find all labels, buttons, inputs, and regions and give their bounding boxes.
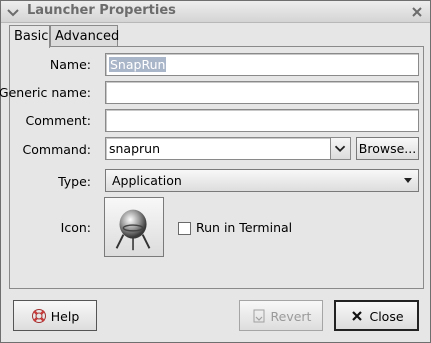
name-label: Name:: [49, 57, 91, 72]
run-in-terminal-label[interactable]: Run in Terminal: [196, 220, 292, 235]
tab-basic[interactable]: Basic: [9, 25, 50, 48]
launcher-app-icon: [115, 209, 151, 251]
command-history-button[interactable]: [330, 137, 351, 160]
revert-icon: [253, 309, 265, 323]
run-in-terminal-checkbox[interactable]: [178, 222, 191, 235]
icon-label: Icon:: [60, 220, 91, 235]
generic-name-label: Generic name:: [0, 85, 91, 100]
close-button[interactable]: Close: [334, 300, 419, 331]
name-field-value: SnapRun: [109, 57, 167, 72]
command-field[interactable]: snaprun: [105, 137, 331, 160]
name-field[interactable]: SnapRun: [105, 53, 419, 76]
launcher-properties-dialog: Launcher Properties Basic Advanced Name:…: [0, 0, 431, 343]
type-select-value: Application: [112, 173, 182, 188]
generic-name-field[interactable]: [105, 81, 419, 104]
basic-tab-panel: Name: SnapRun Generic name: Comment: Com…: [0, 46, 424, 289]
type-label: Type:: [58, 174, 91, 189]
icon-chooser-button[interactable]: [104, 197, 164, 257]
comment-field[interactable]: [105, 109, 419, 132]
close-x-icon: [352, 311, 363, 321]
help-button-label: Help: [50, 309, 80, 324]
browse-button[interactable]: Browse...: [356, 137, 419, 160]
comment-label: Comment:: [25, 113, 91, 128]
help-lifebuoy-icon: [31, 309, 46, 323]
dropdown-arrow-icon: [404, 178, 412, 183]
browse-button-label: Browse...: [358, 141, 417, 156]
close-window-icon[interactable]: [409, 4, 425, 20]
command-label: Command:: [22, 142, 91, 157]
close-button-label: Close: [369, 309, 404, 324]
revert-button[interactable]: Revert: [239, 300, 323, 331]
chevron-down-icon: [334, 145, 346, 153]
window-menu-icon[interactable]: [5, 4, 21, 20]
help-button[interactable]: Help: [13, 300, 97, 331]
title-bar: Launcher Properties: [1, 1, 430, 23]
type-select[interactable]: Application: [105, 169, 419, 192]
revert-button-label: Revert: [270, 309, 312, 324]
window-title: Launcher Properties: [27, 3, 176, 18]
tab-advanced[interactable]: Advanced: [50, 25, 119, 47]
